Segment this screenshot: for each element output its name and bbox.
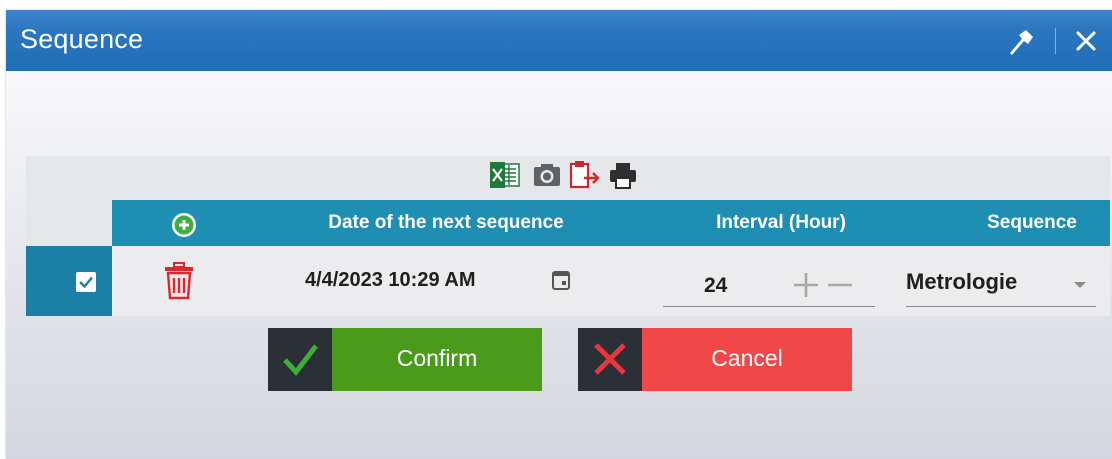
interval-value[interactable]: 24 <box>704 274 727 298</box>
chevron-down-icon[interactable] <box>1072 277 1088 295</box>
add-circle-icon <box>172 213 196 237</box>
checkmark-icon <box>79 276 93 289</box>
print-icon[interactable] <box>608 160 638 195</box>
next-sequence-date[interactable]: 4/4/2023 10:29 AM <box>305 269 475 292</box>
confirm-label: Confirm <box>332 328 542 391</box>
camera-icon[interactable] <box>532 160 562 195</box>
sequence-select[interactable]: Metrologie <box>906 256 1096 307</box>
title-bar: Sequence <box>6 10 1112 71</box>
row-checkbox[interactable] <box>76 272 96 292</box>
pin-icon[interactable] <box>1006 27 1036 60</box>
calendar-icon[interactable] <box>551 269 571 296</box>
column-header-date[interactable]: Date of the next sequence <box>267 200 625 246</box>
close-icon <box>594 343 626 375</box>
sequence-dialog: Sequence Date of the next sequence Inter… <box>6 10 1112 459</box>
sequence-value: Metrologie <box>906 269 1018 294</box>
cancel-label: Cancel <box>642 328 852 391</box>
add-row-button[interactable] <box>164 210 204 237</box>
column-header-sequence[interactable]: Sequence <box>967 200 1097 246</box>
increment-icon[interactable] <box>792 271 820 304</box>
interval-stepper[interactable]: 24 <box>663 256 875 307</box>
titlebar-separator <box>1055 28 1056 54</box>
window-title: Sequence <box>20 24 144 54</box>
close-icon[interactable] <box>1074 29 1098 58</box>
column-header-interval[interactable]: Interval (Hour) <box>671 200 891 246</box>
cancel-button[interactable]: Cancel <box>578 328 852 391</box>
checkmark-icon <box>283 344 318 376</box>
confirm-icon-box <box>268 328 332 391</box>
cancel-icon-box <box>578 328 642 391</box>
clipboard-export-icon[interactable] <box>568 160 602 195</box>
sequence-grid: Date of the next sequence Interval (Hour… <box>26 156 1110 316</box>
decrement-icon[interactable] <box>826 271 854 304</box>
table-row: 4/4/2023 10:29 AM 24 Metrologie <box>26 246 1110 316</box>
grid-header: Date of the next sequence Interval (Hour… <box>112 200 1110 246</box>
excel-export-icon[interactable] <box>488 160 522 195</box>
trash-icon <box>165 262 193 300</box>
row-selector[interactable] <box>26 246 112 316</box>
delete-row-button[interactable] <box>163 262 195 305</box>
confirm-button[interactable]: Confirm <box>268 328 542 391</box>
